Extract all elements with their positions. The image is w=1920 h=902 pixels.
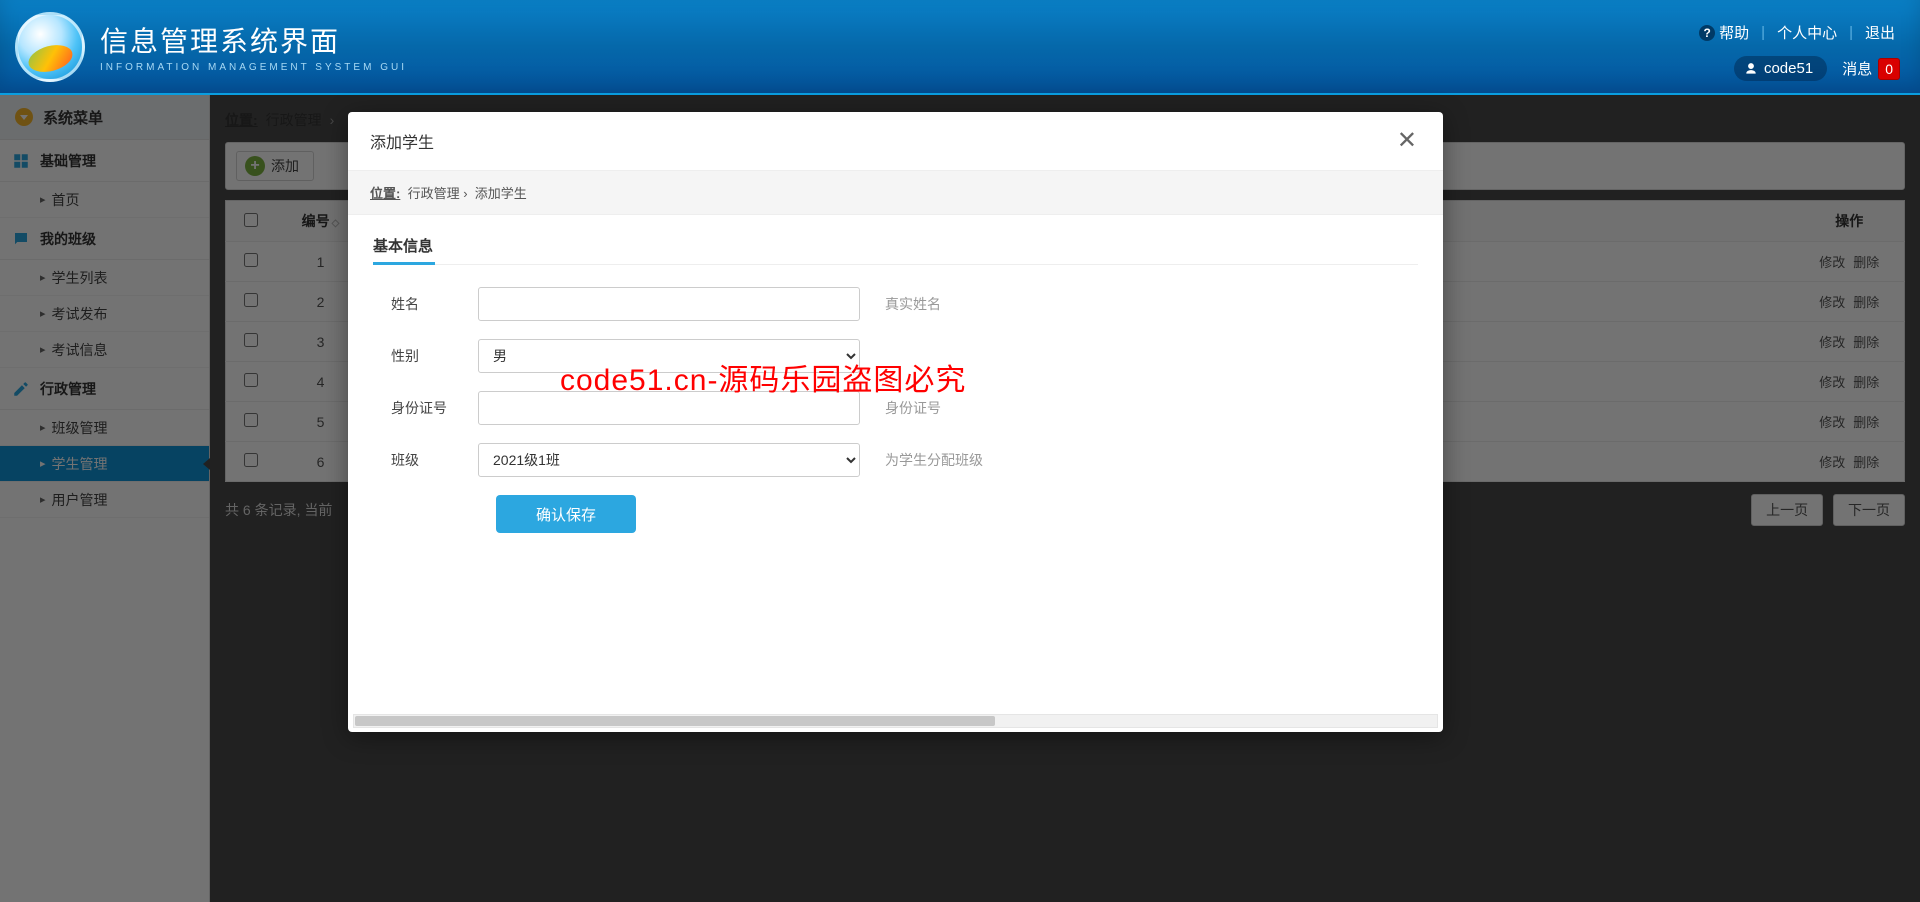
modal-title: 添加学生	[370, 129, 434, 153]
label-idcard: 身份证号	[373, 398, 478, 418]
section-title: 基本信息	[373, 235, 1418, 265]
message-badge: 0	[1878, 58, 1900, 80]
close-icon[interactable]: ✕	[1393, 125, 1421, 157]
name-input[interactable]	[478, 287, 860, 321]
logo-block: 信息管理系统界面 INFORMATION MANAGEMENT SYSTEM G…	[0, 0, 1920, 93]
user-icon	[1744, 62, 1758, 76]
help-link[interactable]: ? 帮助	[1699, 22, 1749, 43]
app-subtitle: INFORMATION MANAGEMENT SYSTEM GUI	[100, 62, 407, 73]
header-user-bar: code51 消息 0	[1734, 56, 1900, 81]
label-gender: 性别	[373, 346, 478, 366]
user-pill[interactable]: code51	[1734, 56, 1827, 81]
hint-name: 真实姓名	[885, 294, 941, 314]
modal-h-scrollbar[interactable]	[353, 714, 1438, 728]
logo-icon	[15, 12, 85, 82]
app-header: 信息管理系统界面 INFORMATION MANAGEMENT SYSTEM G…	[0, 0, 1920, 95]
username: code51	[1764, 60, 1813, 77]
submit-button[interactable]: 确认保存	[496, 495, 636, 533]
logout-link[interactable]: 退出	[1865, 22, 1895, 43]
gender-select[interactable]: 男	[478, 339, 860, 373]
messages-link[interactable]: 消息 0	[1842, 58, 1900, 80]
app-title: 信息管理系统界面	[100, 20, 407, 60]
header-top-links: ? 帮助 | 个人中心 | 退出	[1699, 22, 1895, 43]
help-icon: ?	[1699, 25, 1715, 41]
add-student-modal: 添加学生 ✕ 位置: 行政管理 › 添加学生 基本信息 姓名 真实姓名 性别 男…	[348, 112, 1443, 732]
hint-class: 为学生分配班级	[885, 450, 983, 470]
class-select[interactable]: 2021级1班	[478, 443, 860, 477]
label-class: 班级	[373, 450, 478, 470]
idcard-input[interactable]	[478, 391, 860, 425]
hint-idcard: 身份证号	[885, 398, 941, 418]
personal-center-link[interactable]: 个人中心	[1777, 22, 1837, 43]
label-name: 姓名	[373, 294, 478, 314]
modal-breadcrumb: 位置: 行政管理 › 添加学生	[348, 170, 1443, 215]
